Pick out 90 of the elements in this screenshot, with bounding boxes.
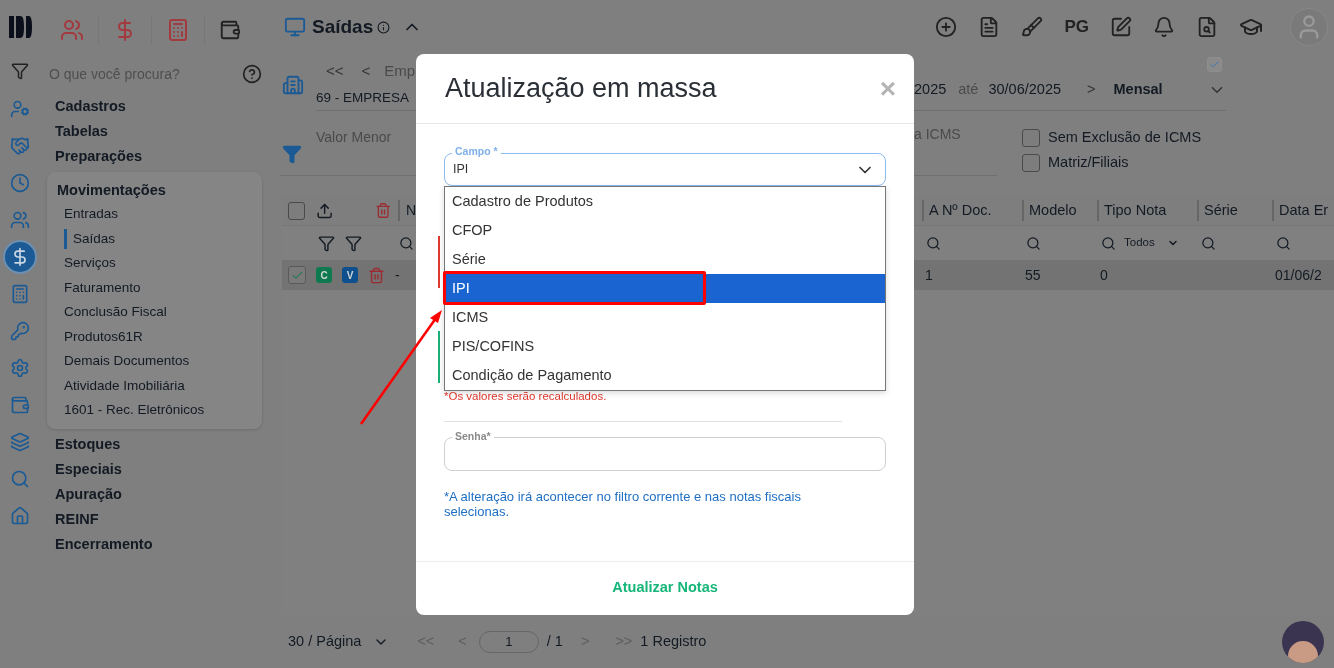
update-button[interactable]: Atualizar Notas bbox=[612, 576, 718, 599]
company-name: 69 - EMPRESA bbox=[316, 89, 411, 107]
filter-icon[interactable] bbox=[11, 62, 29, 80]
menu-item[interactable]: Especiais bbox=[40, 456, 270, 482]
record-count: 1 Registro bbox=[640, 631, 707, 651]
menu-item[interactable]: Movimentações bbox=[47, 178, 262, 202]
filter-icon[interactable] bbox=[345, 234, 362, 252]
row-checkbox[interactable] bbox=[288, 266, 306, 284]
previous-button[interactable]: < bbox=[361, 59, 371, 83]
trash-icon[interactable] bbox=[374, 202, 391, 219]
file-search-icon[interactable] bbox=[1196, 16, 1218, 38]
submenu-item[interactable]: Faturamento bbox=[64, 277, 141, 298]
table-cell-text: - bbox=[395, 265, 400, 285]
brush-icon[interactable] bbox=[1021, 16, 1044, 38]
date-to[interactable]: 30/06/2025 bbox=[988, 79, 1061, 101]
submenu-item[interactable]: Produtos61R bbox=[64, 326, 143, 347]
modal-title: Atualização em massa bbox=[445, 72, 717, 106]
submenu-item[interactable]: Entradas bbox=[64, 204, 119, 225]
type-filter[interactable]: Todos bbox=[1124, 234, 1179, 252]
logo-icon bbox=[7, 14, 33, 40]
search-icon[interactable] bbox=[1276, 235, 1291, 251]
people-icon[interactable] bbox=[60, 18, 84, 42]
column-header[interactable]: Série bbox=[1197, 199, 1272, 222]
search-icon[interactable] bbox=[926, 235, 941, 251]
check-icon bbox=[1209, 59, 1220, 70]
dropdown-option[interactable]: Série bbox=[445, 245, 885, 274]
column-header[interactable]: Data Er bbox=[1272, 199, 1334, 222]
menu-item[interactable]: REINF bbox=[40, 506, 270, 532]
table-cell: 01/06/2 bbox=[1275, 266, 1322, 283]
assistant-avatar[interactable] bbox=[1282, 621, 1324, 663]
info-note: *A alteração irá acontecer no filtro corrente e nas notas fiscais selecionas. bbox=[444, 489, 802, 519]
column-header[interactable]: Tipo Nota bbox=[1097, 199, 1197, 222]
menu-item[interactable]: Apuração bbox=[40, 481, 270, 507]
upload-icon[interactable] bbox=[316, 201, 334, 220]
field-label: Campo * bbox=[452, 144, 501, 158]
dropdown-option[interactable]: IPI bbox=[445, 274, 885, 303]
checkbox-label: Sem Exclusão de ICMS bbox=[1048, 128, 1202, 147]
info-icon[interactable] bbox=[377, 20, 391, 34]
warning-text: *Os valores serão recalculados. bbox=[444, 389, 608, 403]
column-header[interactable]: A Nº Doc. bbox=[922, 199, 1022, 222]
page-field[interactable]: 1 bbox=[478, 630, 539, 653]
select-all-checkbox[interactable] bbox=[288, 201, 306, 220]
edit-icon[interactable] bbox=[1110, 16, 1132, 38]
submenu-item[interactable]: Demais Documentos bbox=[64, 351, 190, 372]
dropdown-option[interactable]: Cadastro de Produtos bbox=[445, 187, 885, 216]
submenu-item[interactable]: 1601 - Rec. Eletrônicos bbox=[64, 400, 205, 421]
search-icon[interactable] bbox=[1101, 235, 1116, 251]
menu-item[interactable]: Cadastros bbox=[40, 94, 270, 119]
monitor-icon bbox=[284, 16, 306, 38]
dropdown-option[interactable]: CFOP bbox=[445, 216, 885, 245]
next-button[interactable]: > bbox=[1087, 79, 1096, 101]
dropdown-option[interactable]: ICMS bbox=[445, 303, 885, 332]
menu-item[interactable]: Encerramento bbox=[40, 531, 270, 557]
menu-item[interactable]: Preparações bbox=[40, 144, 270, 169]
date-from[interactable]: 2025 bbox=[914, 79, 947, 101]
period-checkbox[interactable] bbox=[1207, 57, 1222, 72]
add-icon[interactable] bbox=[935, 16, 958, 38]
field-label: Senha* bbox=[452, 429, 494, 443]
search-icon[interactable] bbox=[1201, 235, 1216, 251]
bell-icon[interactable] bbox=[1153, 16, 1175, 38]
page-total: / 1 bbox=[546, 631, 563, 651]
period-select[interactable]: Mensal bbox=[1113, 79, 1163, 101]
option-checkbox[interactable] bbox=[1022, 153, 1040, 172]
table-cell: 55 bbox=[1025, 266, 1041, 283]
dropdown-option[interactable]: PIS/COFINS bbox=[445, 332, 885, 361]
dollar-icon[interactable] bbox=[5, 242, 35, 272]
help-icon[interactable] bbox=[242, 64, 262, 84]
filter-icon[interactable] bbox=[318, 234, 335, 252]
search-icon[interactable] bbox=[1026, 235, 1041, 251]
checkbox-label: Matriz/Filiais bbox=[1048, 152, 1129, 172]
first-button[interactable]: << bbox=[326, 59, 344, 83]
submenu-item[interactable]: Conclusão Fiscal bbox=[64, 302, 167, 323]
page-title: Saídas bbox=[312, 14, 374, 39]
submenu-item[interactable]: Atividade Imobiliária bbox=[64, 375, 185, 396]
submenu-item[interactable]: Saídas bbox=[64, 228, 116, 249]
badge[interactable]: V bbox=[342, 267, 358, 283]
menu-item[interactable]: Estoques bbox=[40, 431, 270, 457]
option-checkbox[interactable] bbox=[1022, 128, 1040, 147]
calculator-icon[interactable] bbox=[166, 18, 190, 42]
pg-button[interactable]: PG bbox=[1064, 14, 1089, 40]
search-icon[interactable] bbox=[399, 235, 414, 251]
column-header[interactable]: Modelo bbox=[1022, 199, 1097, 222]
badge[interactable]: C bbox=[316, 267, 332, 283]
building-icon bbox=[282, 74, 304, 96]
table-cell: 1 bbox=[925, 266, 933, 283]
submenu-item[interactable]: Serviços bbox=[64, 253, 116, 274]
dropdown-option[interactable]: Condição de Pagamento bbox=[445, 361, 885, 390]
table-cell: 0 bbox=[1100, 266, 1108, 283]
menu-item[interactable]: Tabelas bbox=[40, 119, 270, 144]
page-size-select[interactable]: 30 / Página bbox=[288, 630, 390, 653]
